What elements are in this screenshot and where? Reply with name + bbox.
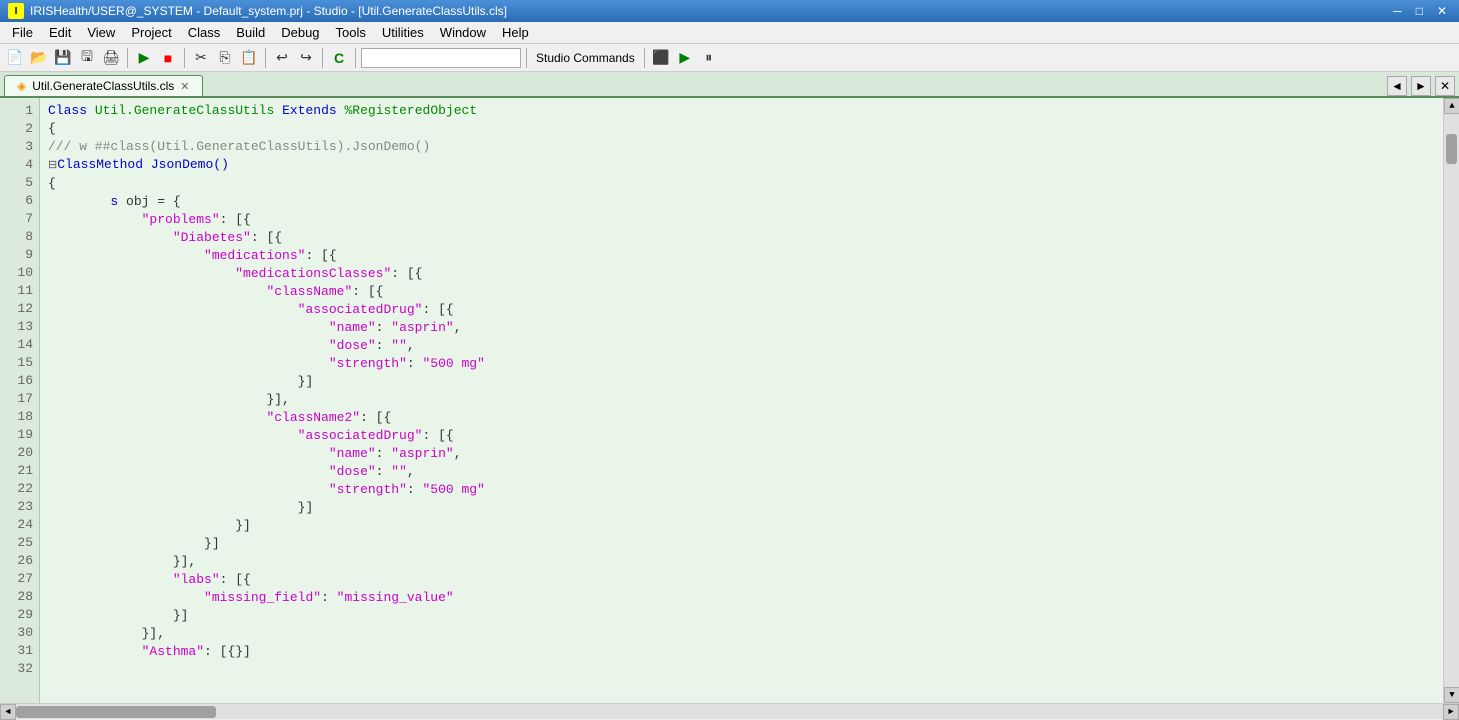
toolbar-sep-7: [644, 48, 645, 68]
paste-button[interactable]: 📋: [238, 47, 260, 69]
cut-button[interactable]: ✂: [190, 47, 212, 69]
code-line-30: }]: [48, 607, 1435, 625]
code-line-27: }],: [48, 553, 1435, 571]
scrollbar-thumb-v[interactable]: [1446, 134, 1457, 164]
code-line-13: "associatedDrug": [{: [48, 301, 1435, 319]
toolbar-sep-2: [184, 48, 185, 68]
code-line-22: "dose": "",: [48, 463, 1435, 481]
editor-container: 1234567891011121314151617181920212223242…: [0, 98, 1459, 703]
scrollbar-h-track: [16, 704, 1443, 719]
menu-bar: File Edit View Project Class Build Debug…: [0, 22, 1459, 44]
code-line-9: "Diabetes": [{: [48, 229, 1435, 247]
code-line-10: "medications": [{: [48, 247, 1435, 265]
compile-button[interactable]: C: [328, 47, 350, 69]
code-line-24: }]: [48, 499, 1435, 517]
tab-close-button[interactable]: ✕: [180, 80, 189, 93]
code-line-2: {: [48, 120, 1435, 138]
scroll-up-arrow[interactable]: ▲: [1444, 98, 1459, 114]
redo-button[interactable]: ↪: [295, 47, 317, 69]
code-line-21: "name": "asprin",: [48, 445, 1435, 463]
code-line-23: "strength": "500 mg": [48, 481, 1435, 499]
scrollbar-vertical[interactable]: ▲ ▼: [1443, 98, 1459, 703]
scrollbar-thumb-h[interactable]: [16, 706, 216, 718]
code-line-14: "name": "asprin",: [48, 319, 1435, 337]
tab-close-all[interactable]: ✕: [1435, 76, 1455, 96]
tab-icon: ◈: [17, 79, 26, 93]
stop-button[interactable]: ■: [157, 47, 179, 69]
undo-button[interactable]: ↩: [271, 47, 293, 69]
tab-bar: ◈ Util.GenerateClassUtils.cls ✕ ◄ ► ✕: [0, 72, 1459, 98]
debug-play-button[interactable]: ▶: [674, 47, 696, 69]
menu-build[interactable]: Build: [228, 22, 273, 43]
menu-project[interactable]: Project: [123, 22, 179, 43]
menu-edit[interactable]: Edit: [41, 22, 79, 43]
tab-generate-class-utils[interactable]: ◈ Util.GenerateClassUtils.cls ✕: [4, 75, 203, 96]
maximize-button[interactable]: □: [1412, 4, 1427, 18]
menu-tools[interactable]: Tools: [328, 22, 374, 43]
tab-nav-left[interactable]: ◄: [1387, 76, 1407, 96]
app-icon: I: [8, 3, 24, 19]
code-line-17: }]: [48, 373, 1435, 391]
debug-pause-button[interactable]: ⏸: [698, 47, 720, 69]
code-line-31: }],: [48, 625, 1435, 643]
code-line-20: "associatedDrug": [{: [48, 427, 1435, 445]
tab-nav-right[interactable]: ►: [1411, 76, 1431, 96]
tab-label: Util.GenerateClassUtils.cls: [32, 79, 174, 93]
menu-file[interactable]: File: [4, 22, 41, 43]
code-line-8: "problems": [{: [48, 211, 1435, 229]
code-line-28: "labs": [{: [48, 571, 1435, 589]
print-button[interactable]: 🖨: [100, 47, 122, 69]
toolbar-sep-1: [127, 48, 128, 68]
copy-button[interactable]: ⎘: [214, 47, 236, 69]
code-line-29: "missing_field": "missing_value": [48, 589, 1435, 607]
save-button[interactable]: 💾: [52, 47, 74, 69]
open-button[interactable]: 📂: [28, 47, 50, 69]
toolbar-sep-6: [526, 48, 527, 68]
tab-nav: ◄ ► ✕: [1387, 76, 1455, 96]
toolbar-sep-5: [355, 48, 356, 68]
menu-view[interactable]: View: [79, 22, 123, 43]
run-button[interactable]: ▶: [133, 47, 155, 69]
code-line-11: "medicationsClasses": [{: [48, 265, 1435, 283]
code-line-6: {: [48, 175, 1435, 193]
line-numbers: 1234567891011121314151617181920212223242…: [0, 98, 40, 703]
menu-help[interactable]: Help: [494, 22, 537, 43]
code-line-7: s obj = {: [48, 193, 1435, 211]
code-line-26: }]: [48, 535, 1435, 553]
code-line-15: "dose": "",: [48, 337, 1435, 355]
minimize-button[interactable]: ─: [1389, 4, 1406, 18]
code-line-4: /// w ##class(Util.GenerateClassUtils).J…: [48, 138, 1435, 156]
code-line-25: }]: [48, 517, 1435, 535]
menu-debug[interactable]: Debug: [273, 22, 327, 43]
scroll-down-arrow[interactable]: ▼: [1444, 687, 1459, 703]
code-line-1: Class Util.GenerateClassUtils Extends %R…: [48, 102, 1435, 120]
toolbar-sep-4: [322, 48, 323, 68]
toolbar-sep-3: [265, 48, 266, 68]
code-line-12: "className": [{: [48, 283, 1435, 301]
scrollbar-horizontal[interactable]: ◄ ►: [0, 703, 1459, 719]
studio-commands-label: Studio Commands: [536, 51, 635, 65]
code-line-16: "strength": "500 mg": [48, 355, 1435, 373]
code-editor[interactable]: Class Util.GenerateClassUtils Extends %R…: [40, 98, 1443, 703]
menu-class[interactable]: Class: [180, 22, 229, 43]
menu-utilities[interactable]: Utilities: [374, 22, 432, 43]
save-all-button[interactable]: 🖫: [76, 47, 98, 69]
toolbar: 📄 📂 💾 🖫 🖨 ▶ ■ ✂ ⎘ 📋 ↩ ↪ C Studio Command…: [0, 44, 1459, 72]
new-button[interactable]: 📄: [4, 47, 26, 69]
search-input[interactable]: [361, 48, 521, 68]
scroll-right-arrow[interactable]: ►: [1443, 704, 1459, 720]
scroll-left-arrow[interactable]: ◄: [0, 704, 16, 720]
fold-button-line-5[interactable]: ⊟: [48, 160, 57, 172]
close-button[interactable]: ✕: [1433, 4, 1451, 18]
code-line-19: "className2": [{: [48, 409, 1435, 427]
code-line-18: }],: [48, 391, 1435, 409]
title-bar: I IRISHealth/USER@_SYSTEM - Default_syst…: [0, 0, 1459, 22]
code-line-32: "Asthma": [{}]: [48, 643, 1435, 661]
title-bar-text: IRISHealth/USER@_SYSTEM - Default_system…: [30, 4, 1383, 18]
code-line-5: ⊟ClassMethod JsonDemo(): [48, 156, 1435, 175]
menu-window[interactable]: Window: [432, 22, 494, 43]
debug-step-button[interactable]: ⬛: [650, 47, 672, 69]
